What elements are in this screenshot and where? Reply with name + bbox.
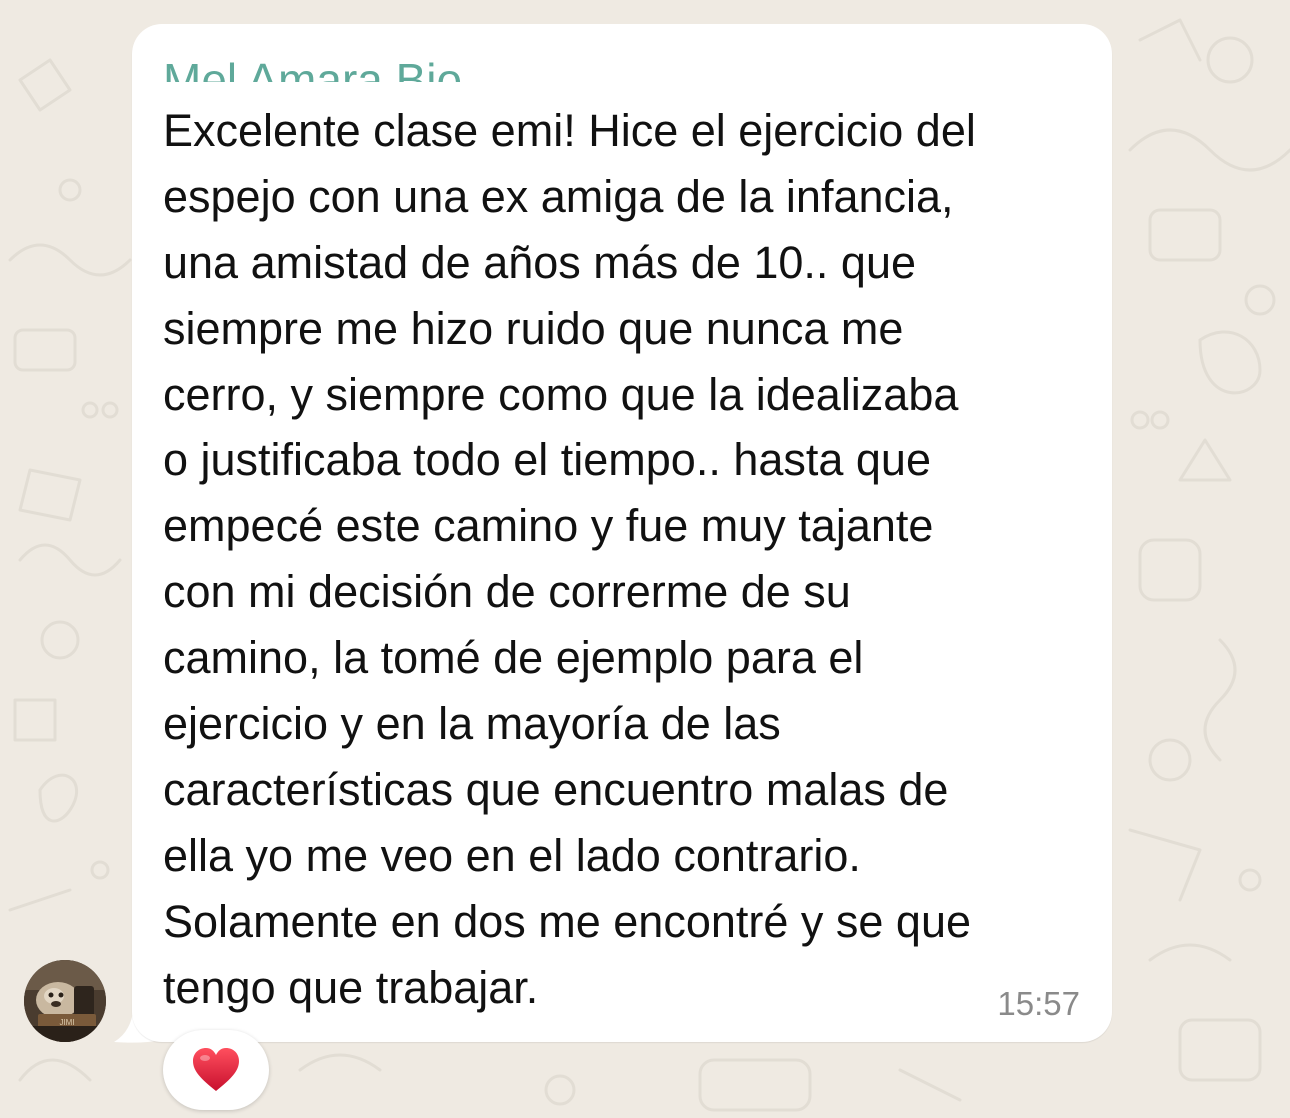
avatar-photo-icon: JIMI	[24, 960, 106, 1042]
red-heart-icon	[193, 1048, 239, 1091]
sender-avatar[interactable]: JIMI	[24, 960, 106, 1042]
message-line: Solamente en dos me encontré y se que	[163, 895, 972, 947]
message-line: una amistad de años más de 10.. que	[163, 236, 917, 288]
message-line: cerro, y siempre como que la idealizaba	[163, 368, 959, 420]
message-line: ejercicio y en la mayoría de las	[163, 698, 781, 750]
message-line: o justificaba todo el tiempo.. hasta que	[163, 434, 931, 486]
sender-name[interactable]: Mel Amara Bio	[163, 46, 763, 82]
message-line: ella yo me veo en el lado contrario.	[163, 829, 861, 881]
reaction-badge[interactable]	[163, 1030, 269, 1110]
message-line: tengo que trabajar.	[163, 961, 539, 1013]
message-line: con mi decisión de correrme de su	[163, 566, 851, 618]
message-line: características que encuentro malas de	[163, 763, 949, 815]
message-line: Excelente clase emi! Hice el ejercicio d…	[163, 105, 976, 156]
message-line: espejo con una ex amiga de la infancia,	[163, 170, 954, 222]
svg-text:JIMI: JIMI	[59, 1018, 74, 1027]
message-timestamp: 15:57	[997, 985, 1080, 1022]
message-text: Excelente clase emi! Hice el ejercicio d…	[163, 98, 1093, 1020]
message-line: empecé este camino y fue muy tajante	[163, 500, 934, 552]
message-line: camino, la tomé de ejemplo para el	[163, 632, 864, 684]
message-line: siempre me hizo ruido que nunca me	[163, 302, 904, 354]
